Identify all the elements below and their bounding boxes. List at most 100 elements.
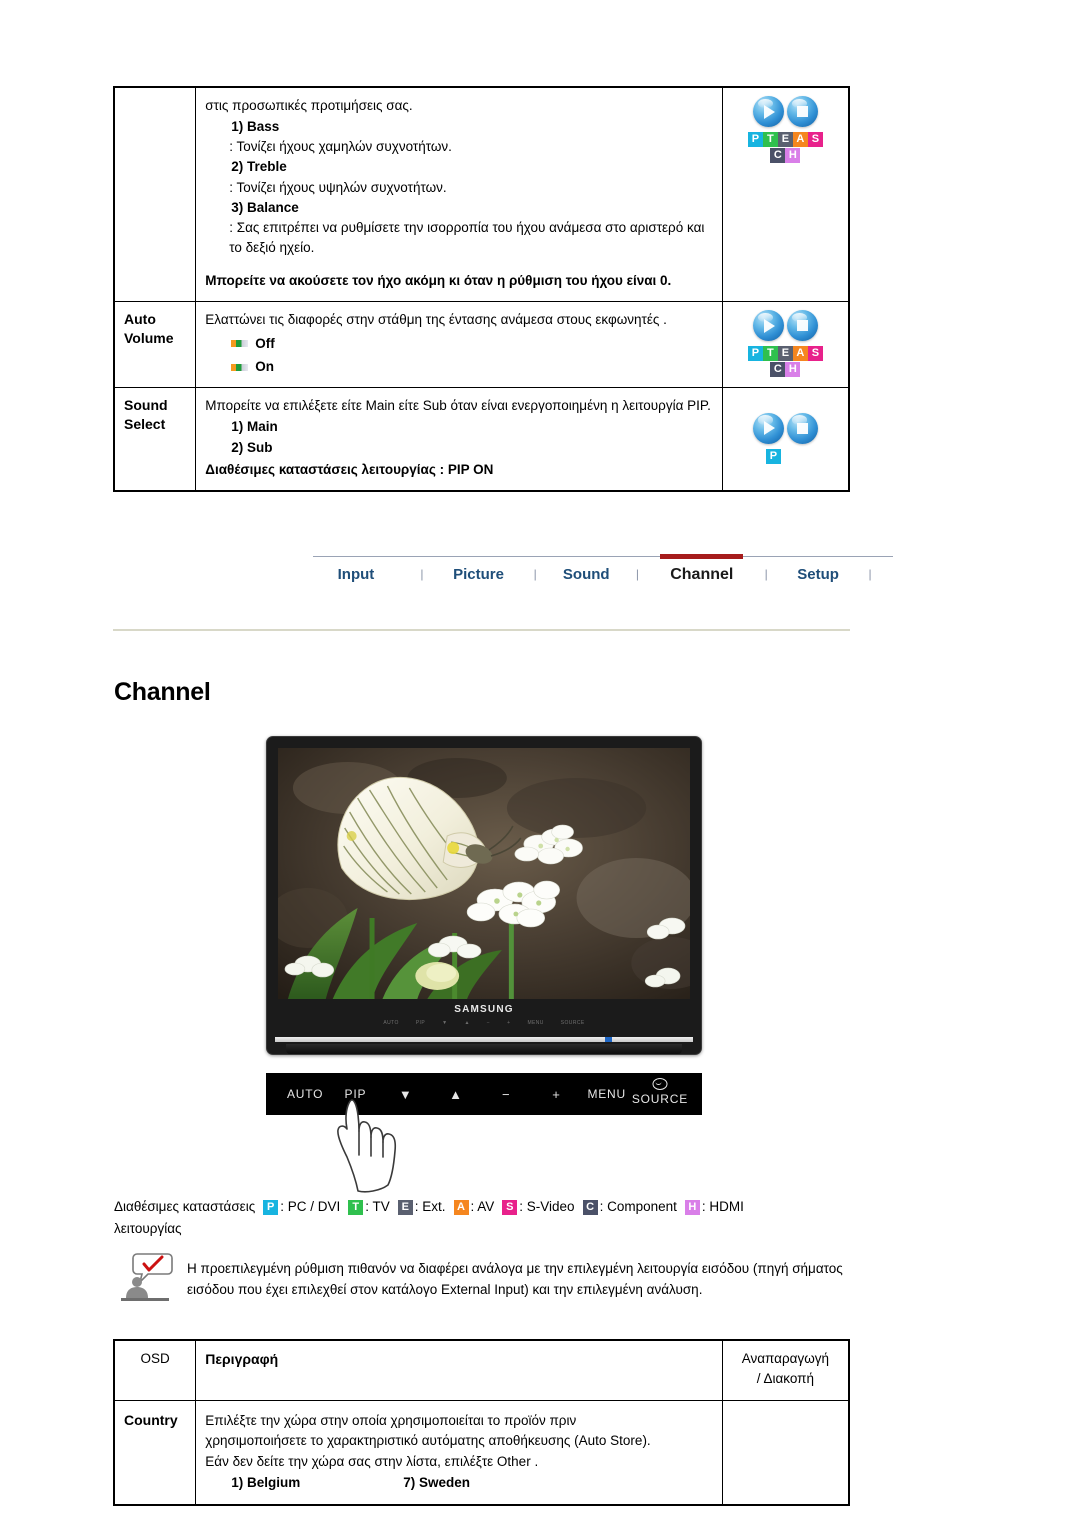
row-label-cell <box>113 86 197 302</box>
tab-label: Sound <box>562 566 610 583</box>
tab-label: Input <box>337 566 375 583</box>
control-minus-button[interactable]: − <box>481 1087 531 1102</box>
stop-icon <box>786 412 818 444</box>
row-mode-cell: PTEAS CH <box>721 86 850 302</box>
section-divider <box>113 629 850 631</box>
note-person-check-icon <box>120 1252 174 1304</box>
badge-hdmi-icon: H <box>684 1199 700 1215</box>
badge-component-icon: C <box>770 362 786 378</box>
table-header-row: OSD Περιγραφή Αναπαραγωγή / Διακοπή <box>113 1339 850 1401</box>
tab-separator: | <box>533 567 537 581</box>
control-pip-button[interactable]: PIP <box>330 1087 380 1101</box>
legend-entry-label: : TV <box>365 1199 390 1214</box>
option-desc-treble: : Τονίζει ήχους υψηλών συχνοτήτων. <box>229 179 447 195</box>
badge-pc-dvi-icon: P <box>765 448 781 464</box>
bullet-chip-icon <box>231 340 249 348</box>
badge-ext-icon: E <box>777 346 793 362</box>
osd-table: OSD Περιγραφή Αναπαραγωγή / Διακοπή Coun… <box>113 1339 850 1506</box>
control-plus-button[interactable]: + <box>531 1087 581 1102</box>
bullet-label: On <box>255 359 275 375</box>
row-intro-text: στις προσωπικές προτιμήσεις σας. <box>205 98 413 113</box>
tab-sound[interactable]: Sound <box>558 557 614 583</box>
source-icon <box>652 1077 668 1090</box>
badge-svideo-icon: S <box>807 346 823 362</box>
badge-ext-icon: E <box>397 1199 413 1215</box>
bullet-item-off: Off <box>231 334 712 354</box>
badge-tv-icon: T <box>762 132 778 147</box>
row-description-cell: στις προσωπικές προτιμήσεις σας. 1) Bass… <box>195 86 723 302</box>
badge-component-icon: C <box>770 148 786 163</box>
legend-entry-label: : AV <box>470 1199 495 1214</box>
monitor-base-strip <box>275 1037 693 1042</box>
row-note-text: Μπορείτε να ακούσετε τον ήχο ακόμη κι ότ… <box>205 272 672 288</box>
mode-badges-row-1: PTEAS <box>732 132 839 147</box>
note-text: Η προεπιλεγμένη ρύθμιση πιθανόν να διαφέ… <box>187 1261 843 1298</box>
badge-tv-icon: T <box>762 346 778 362</box>
play-icon <box>752 96 784 127</box>
row-label-line2: Select <box>124 416 166 433</box>
mode-badges: PTEAS CH <box>732 346 839 378</box>
option-desc-balance: : Σας επιτρέπει να ρυθμίσετε την ισορροπ… <box>229 220 705 256</box>
badge-svideo-icon: S <box>807 132 823 147</box>
row-label-line1: Auto <box>124 310 156 327</box>
mode-badges: PTEAS CH <box>732 132 839 163</box>
legend-entry-label: : S-Video <box>519 1199 575 1214</box>
option-label-main: 1) Main <box>231 419 278 435</box>
legend-lead-line2: λειτουργίας <box>114 1220 182 1236</box>
row-description-cell-auto-volume: Ελαττώνει τις διαφορές στην στάθμη της έ… <box>195 300 723 389</box>
row-play-cell-country <box>721 1399 850 1506</box>
control-up-button[interactable]: ▲ <box>431 1087 481 1102</box>
osd-mark: ▲ <box>464 1020 470 1026</box>
row-mode-cell-auto-volume: PTEAS CH <box>721 300 850 389</box>
legend-entry-pc-dvi: P: PC / DVI <box>263 1199 341 1215</box>
tab-separator: | <box>635 567 639 581</box>
mode-badges-row-1: P <box>732 448 839 464</box>
legend-entry-hdmi: H: HDMI <box>684 1199 744 1215</box>
tab-channel[interactable]: Channel <box>660 554 744 584</box>
country-option-right: 7) Sweden <box>403 1475 471 1491</box>
badge-hdmi-icon: H <box>785 148 801 163</box>
row-label-cell-auto-volume: Auto Volume <box>113 300 197 389</box>
monitor-illustration: SAMSUNG AUTO PIP ▼ ▲ − + MENU SOURCE AUT… <box>266 736 702 1115</box>
mode-badges-row-2: CH <box>732 362 839 378</box>
bullet-item-on: On <box>231 357 712 377</box>
tab-input[interactable]: Input <box>313 557 399 583</box>
control-source-button[interactable]: SOURCE <box>631 1077 688 1106</box>
header-play-stop-line2: / Διακοπή <box>756 1371 815 1387</box>
tab-setup[interactable]: Setup <box>789 557 847 583</box>
osd-mark: + <box>507 1020 511 1026</box>
country-desc-line3: Εάν δεν δείτε την χώρα σας στην λίστα, ε… <box>205 1454 539 1470</box>
legend-entry-label: : Ext. <box>414 1199 446 1214</box>
table-row: στις προσωπικές προτιμήσεις σας. 1) Bass… <box>113 86 850 302</box>
header-play-stop: Αναπαραγωγή / Διακοπή <box>721 1339 850 1401</box>
table-row: Country Επιλέξτε την χώρα στην οποία χρη… <box>113 1399 850 1506</box>
row-description-cell-country: Επιλέξτε την χώρα στην οποία χρησιμοποιε… <box>195 1399 723 1506</box>
mode-badges-row-1: PTEAS <box>732 346 839 362</box>
tab-picture[interactable]: Picture <box>445 557 512 583</box>
page-title: Channel <box>114 678 211 706</box>
row-intro-text: Μπορείτε να επιλέξετε είτε Main είτε Sub… <box>205 398 711 414</box>
badge-av-icon: A <box>453 1199 469 1215</box>
play-icon <box>752 412 784 444</box>
legend-entry-label: : PC / DVI <box>280 1199 341 1214</box>
control-source-label: SOURCE <box>631 1091 688 1106</box>
tab-label: Setup <box>797 566 839 583</box>
monitor-screen <box>278 748 690 999</box>
bullet-chip-icon <box>231 363 249 371</box>
sound-options-table-wrapper: στις προσωπικές προτιμήσεις σας. 1) Bass… <box>113 86 850 493</box>
country-desc-line2: χρησιμοποιήσετε το χαρακτηριστικό αυτόμα… <box>205 1433 651 1449</box>
control-menu-button[interactable]: MENU <box>582 1087 632 1101</box>
osd-mark: − <box>486 1020 491 1026</box>
row-intro-text: Ελαττώνει τις διαφορές στην στάθμη της έ… <box>205 311 667 327</box>
control-down-button[interactable]: ▼ <box>381 1087 431 1102</box>
legend-entry-tv: T: TV <box>348 1199 390 1215</box>
mode-badges: P <box>732 448 839 464</box>
country-desc-line1: Επιλέξτε την χώρα στην οποία χρησιμοποιε… <box>205 1412 577 1428</box>
option-label-treble: 2) Treble <box>231 159 287 175</box>
row-label-cell-sound-select: Sound Select <box>113 387 197 492</box>
tab-list: Input | Picture | Sound | Channel | Setu… <box>313 554 893 584</box>
badge-av-icon: A <box>792 132 808 147</box>
sound-options-table: στις προσωπικές προτιμήσεις σας. 1) Bass… <box>113 86 850 493</box>
control-auto-button[interactable]: AUTO <box>280 1087 330 1101</box>
